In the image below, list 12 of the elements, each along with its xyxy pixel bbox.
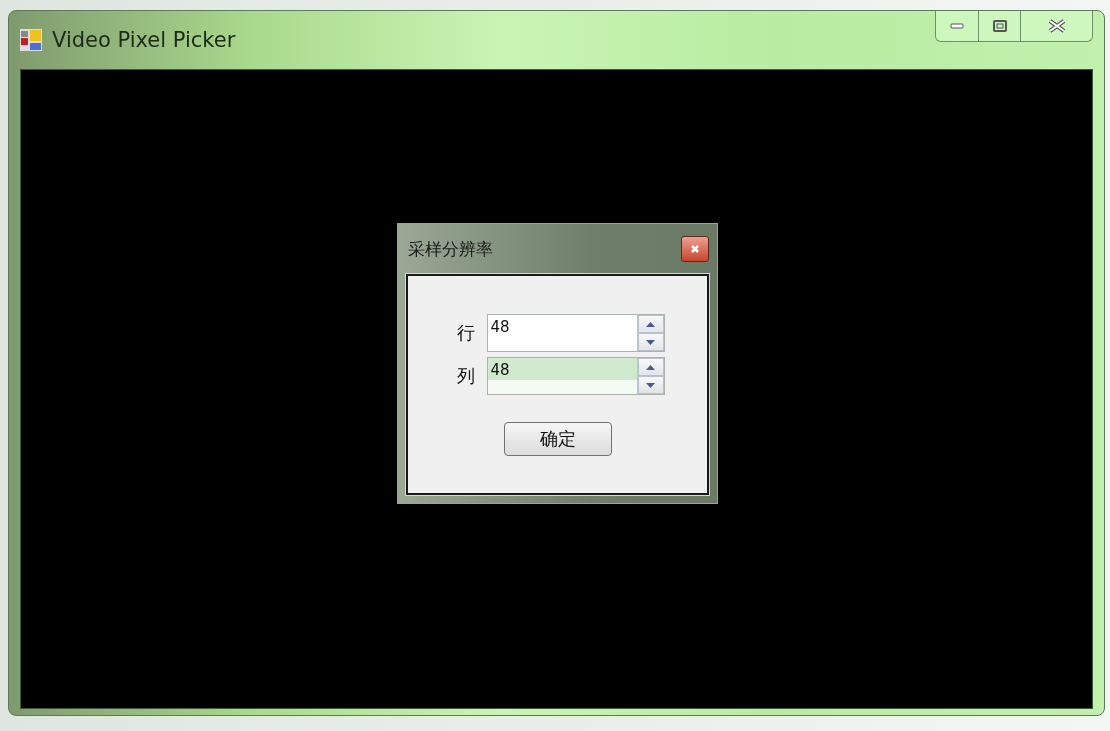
field-label: 列 <box>456 364 476 388</box>
app-icon <box>20 29 42 51</box>
close-icon <box>690 244 700 254</box>
dialog-title: 采样分辨率 <box>408 237 493 261</box>
ok-button[interactable]: 确定 <box>503 422 612 456</box>
window-title: Video Pixel Picker <box>52 28 236 52</box>
close-button[interactable] <box>681 236 709 262</box>
maximize-button[interactable] <box>978 11 1020 41</box>
field-label: 行 <box>456 321 476 345</box>
close-icon <box>1047 19 1066 33</box>
minimize-icon <box>950 23 964 29</box>
maximize-icon <box>992 20 1007 32</box>
